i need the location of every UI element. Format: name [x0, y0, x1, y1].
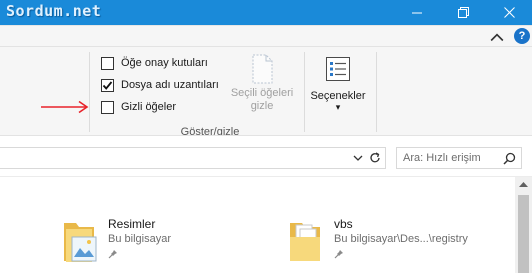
minimize-button[interactable]: [394, 0, 440, 25]
checkbox-item-file-extensions[interactable]: Dosya adı uzantıları: [101, 77, 219, 93]
chevron-down-icon[interactable]: [352, 153, 364, 163]
chevron-up-icon[interactable]: [490, 31, 504, 43]
refresh-icon[interactable]: [368, 151, 382, 165]
group-separator: [304, 52, 305, 132]
close-button[interactable]: [486, 0, 532, 25]
vertical-scrollbar[interactable]: [515, 177, 532, 273]
scroll-up-icon[interactable]: [518, 180, 529, 189]
pin-icon: [108, 250, 117, 259]
list-item[interactable]: vbs Bu bilgisayar\Des...\registry: [288, 217, 468, 265]
list-item[interactable]: Resimler Bu bilgisayar: [62, 217, 171, 265]
hide-selected-items-button[interactable]: Seçili öğeleri gizle: [226, 54, 298, 113]
navigation-bar: Ara: Hızlı erişim: [0, 135, 532, 176]
options-button[interactable]: Seçenekler ▾: [308, 56, 368, 112]
documents-folder-icon: [288, 217, 326, 265]
help-button[interactable]: ?: [514, 28, 530, 44]
checkbox-label: Gizli öğeler: [121, 101, 177, 113]
item-location: Bu bilgisayar\Des...\registry: [334, 233, 468, 245]
search-icon[interactable]: [503, 152, 516, 165]
checkbox[interactable]: [101, 100, 114, 114]
annotation-arrow-icon: [41, 100, 89, 114]
checkbox-checked[interactable]: [101, 78, 114, 92]
file-list: Resimler Bu bilgisayar vbs Bu bilgisayar…: [0, 176, 532, 273]
item-name: Resimler: [108, 217, 156, 231]
scroll-thumb[interactable]: [518, 195, 529, 273]
close-icon: [503, 7, 515, 18]
search-box[interactable]: Ara: Hızlı erişim: [396, 147, 522, 169]
hide-selected-label-1: Seçili öğeleri: [230, 87, 294, 99]
group-separator: [376, 52, 377, 132]
ribbon-divider: [0, 46, 532, 47]
checkbox-label: Öğe onay kutuları: [121, 57, 208, 69]
ribbon: ? Öğe onay kutuları Dosya adı uzantıları…: [0, 25, 532, 138]
checkbox-label: Dosya adı uzantıları: [121, 79, 219, 91]
item-location: Bu bilgisayar: [108, 233, 171, 245]
maximize-button[interactable]: [440, 0, 486, 25]
minimize-icon: [412, 12, 422, 13]
checkmark-icon: [102, 80, 113, 90]
address-bar[interactable]: [0, 147, 386, 169]
checkbox-item-hidden-items[interactable]: Gizli öğeler: [101, 99, 176, 115]
chevron-down-icon: ▾: [335, 102, 341, 112]
watermark-text: Sordum.net: [6, 2, 102, 20]
search-input[interactable]: Ara: Hızlı erişim: [403, 152, 481, 164]
file-explorer-window: Sordum.net ? Öğe onay kutuları Dosya adı…: [0, 0, 532, 273]
hide-selected-label-2: gizle: [250, 100, 274, 112]
checkbox[interactable]: [101, 56, 114, 70]
title-bar: Sordum.net: [0, 0, 532, 25]
group-separator: [89, 52, 90, 132]
options-icon: [326, 57, 350, 81]
checkbox-item-check-boxes[interactable]: Öğe onay kutuları: [101, 55, 208, 71]
item-name: vbs: [334, 217, 353, 231]
restore-icon: [457, 7, 469, 18]
hide-selected-icon: [252, 54, 273, 84]
pin-icon: [334, 250, 343, 259]
help-icon: ?: [518, 30, 526, 42]
pictures-folder-icon: [62, 217, 100, 265]
